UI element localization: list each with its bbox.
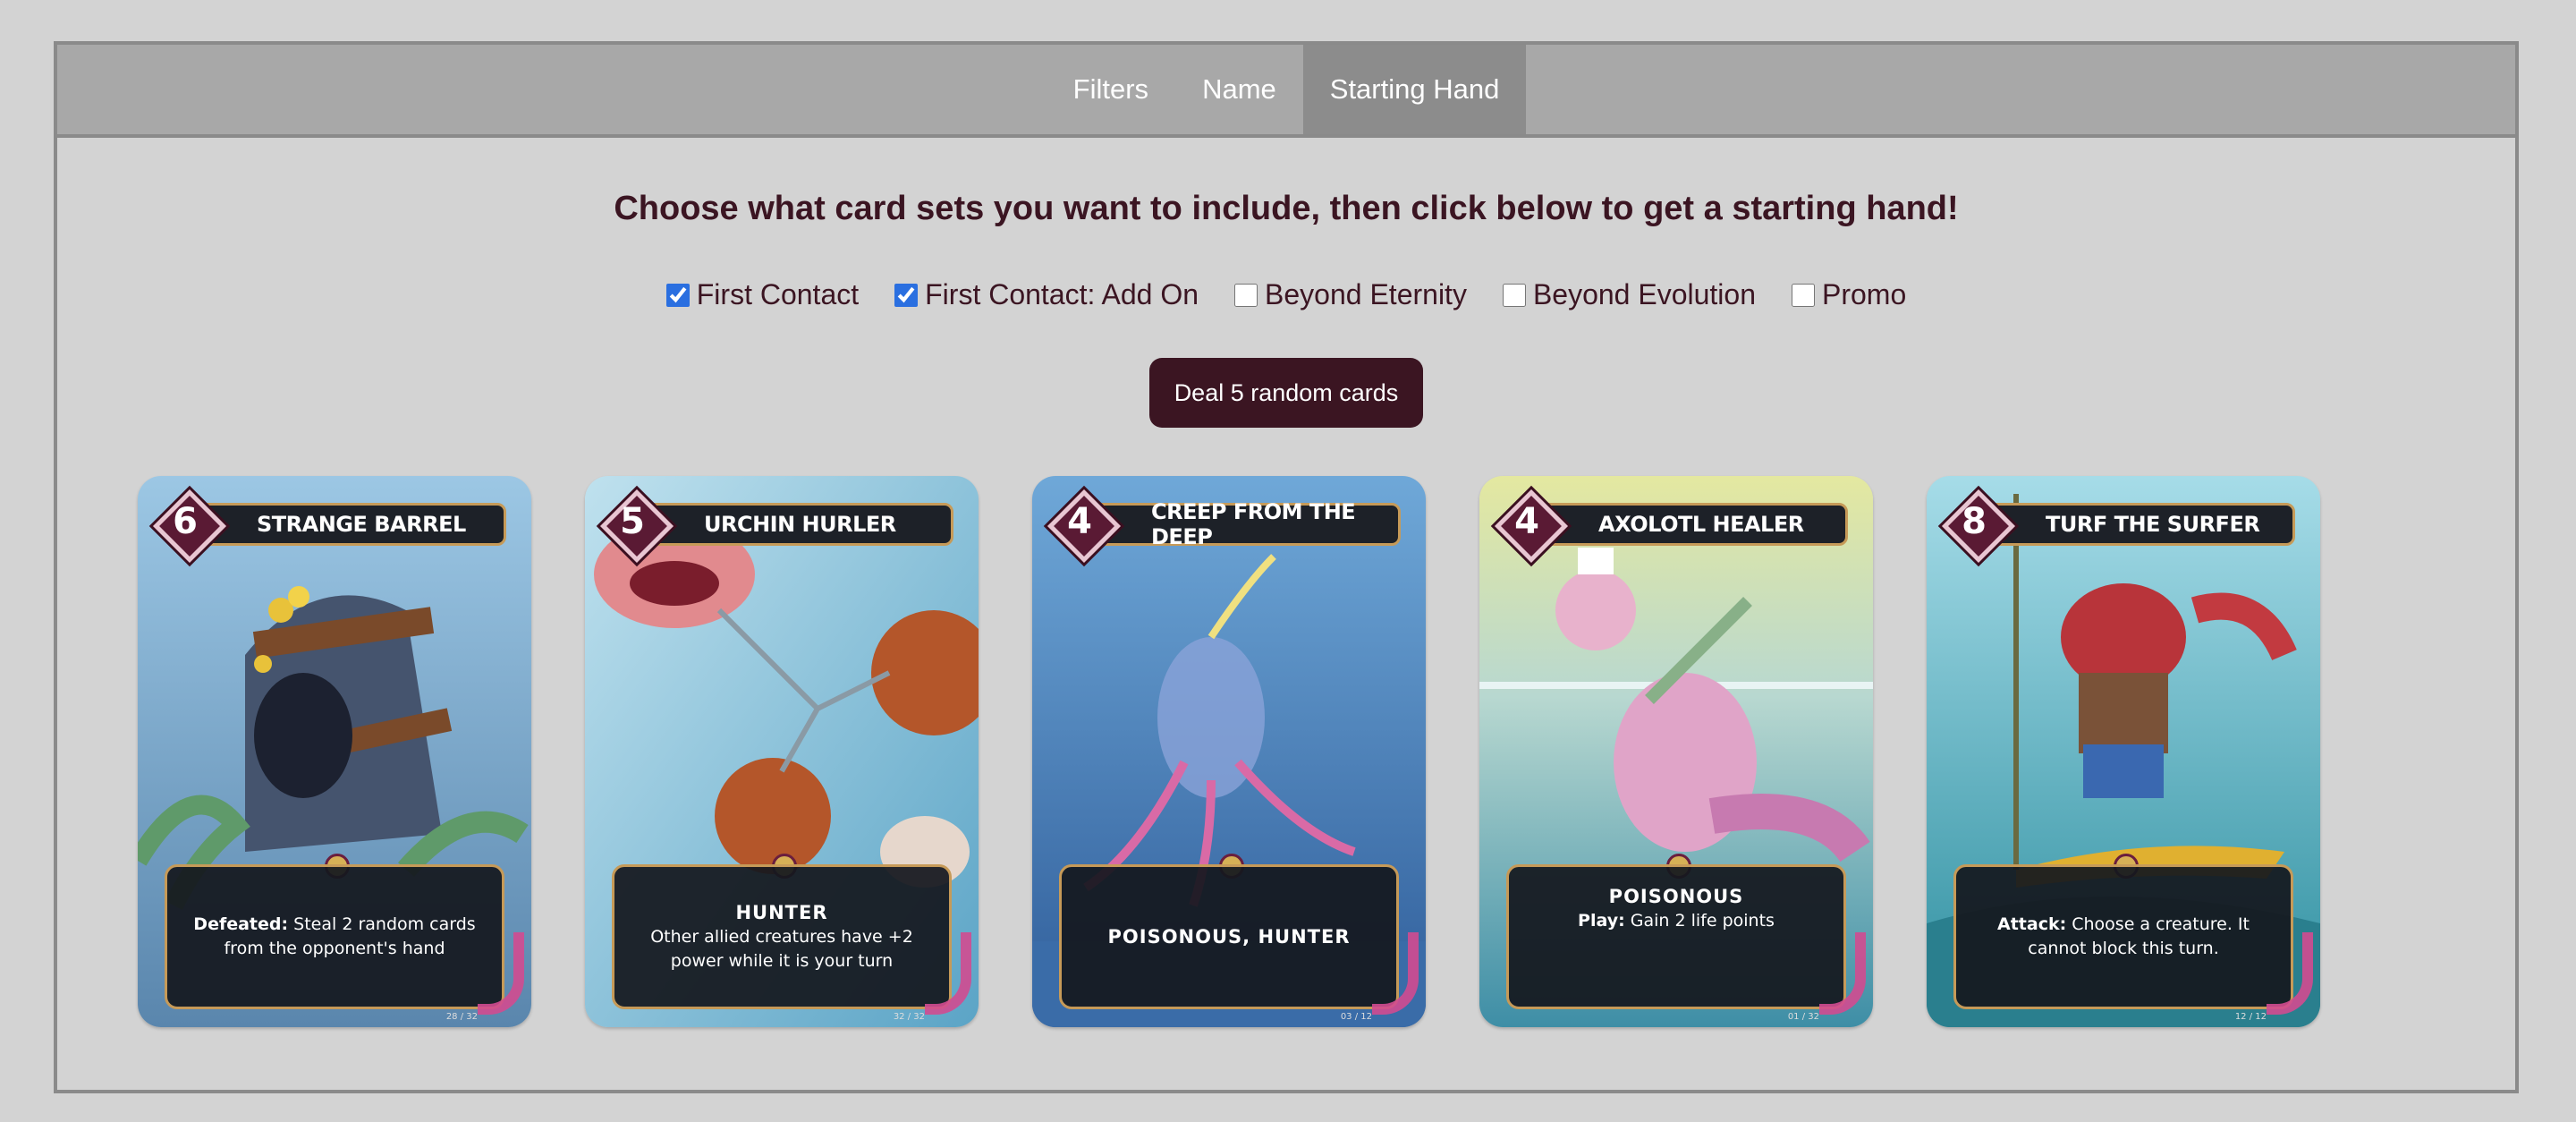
card[interactable]: Creep from the Deep 4 POISONOUS, HUNTER …	[1032, 476, 1426, 1027]
card-ability-text: Other allied creatures have +2 power whi…	[650, 926, 913, 971]
set-label: Promo	[1822, 278, 1907, 310]
card-cost: 8	[1941, 489, 2016, 564]
card-text-box: HUNTER Other allied creatures have +2 po…	[612, 864, 952, 1009]
set-label: First Contact	[696, 278, 860, 310]
deal-cards-button[interactable]: Deal 5 random cards	[1148, 358, 1424, 428]
card-keyword: POISONOUS	[1608, 886, 1744, 907]
set-option-first-contact-add-on[interactable]: First Contact: Add On	[894, 278, 1199, 311]
card-keyword: POISONOUS, HUNTER	[1107, 925, 1351, 948]
dealt-hand: Strange Barrel 6 Defeated: Steal 2 rando…	[138, 476, 2320, 1027]
card-name: Axolotl Healer	[1538, 503, 1848, 546]
tab-filters[interactable]: Filters	[1046, 45, 1175, 134]
card-number: 28 / 32	[445, 1012, 478, 1022]
card-set-options: First Contact First Contact: Add On Beyo…	[57, 278, 2515, 311]
card-ability-trigger: Defeated:	[193, 914, 289, 934]
set-label: Beyond Eternity	[1265, 278, 1467, 310]
card[interactable]: Urchin Hurler 5 HUNTER Other allied crea…	[585, 476, 979, 1027]
tab-bar: Filters Name Starting Hand	[57, 45, 2515, 138]
card-ability-text: Gain 2 life points	[1630, 911, 1775, 931]
card-name: Turf the Surfer	[1986, 503, 2295, 546]
card[interactable]: Axolotl Healer 4 POISONOUS Play: Gain 2 …	[1479, 476, 1873, 1027]
set-checkbox-first-contact[interactable]	[665, 283, 690, 307]
tab-name[interactable]: Name	[1175, 45, 1303, 134]
card-number: 01 / 32	[1787, 1012, 1819, 1022]
card[interactable]: Turf the Surfer 8 Attack: Choose a creat…	[1927, 476, 2320, 1027]
tab-starting-hand[interactable]: Starting Hand	[1302, 45, 1527, 134]
card-cost: 6	[152, 489, 227, 564]
card-name: Strange Barrel	[197, 503, 506, 546]
card-ability-trigger: Play:	[1578, 911, 1625, 931]
set-option-beyond-eternity[interactable]: Beyond Eternity	[1234, 278, 1467, 311]
card-cost: 5	[599, 489, 674, 564]
set-checkbox-first-contact-add-on[interactable]	[894, 283, 919, 307]
card-text-box: POISONOUS Play: Gain 2 life points	[1506, 864, 1846, 1009]
card[interactable]: Strange Barrel 6 Defeated: Steal 2 rando…	[138, 476, 531, 1027]
card-keyword: HUNTER	[735, 901, 828, 923]
card-number: 12 / 12	[2234, 1012, 2267, 1022]
set-checkbox-promo[interactable]	[1792, 283, 1815, 307]
card-name: Urchin Hurler	[644, 503, 953, 546]
card-text-box: POISONOUS, HUNTER	[1059, 864, 1399, 1009]
set-label: First Contact: Add On	[925, 278, 1199, 310]
card-name: Creep from the Deep	[1091, 499, 1401, 549]
card-text-box: Attack: Choose a creature. It cannot blo…	[1953, 864, 2293, 1009]
card-cost: 4	[1494, 489, 1569, 564]
set-option-promo[interactable]: Promo	[1792, 278, 1906, 311]
set-option-beyond-evolution[interactable]: Beyond Evolution	[1502, 278, 1756, 311]
card-number: 32 / 32	[893, 1012, 925, 1022]
set-checkbox-beyond-eternity[interactable]	[1234, 283, 1258, 307]
card-cost: 4	[1046, 489, 1122, 564]
page-title: Choose what card sets you want to includ…	[614, 190, 1959, 227]
card-text-box: Defeated: Steal 2 random cards from the …	[165, 864, 504, 1009]
set-label: Beyond Evolution	[1532, 278, 1756, 310]
set-option-first-contact[interactable]: First Contact	[665, 278, 860, 311]
set-checkbox-beyond-evolution[interactable]	[1502, 283, 1526, 307]
card-ability-trigger: Attack:	[1997, 914, 2067, 934]
card-number: 03 / 12	[1340, 1012, 1372, 1022]
